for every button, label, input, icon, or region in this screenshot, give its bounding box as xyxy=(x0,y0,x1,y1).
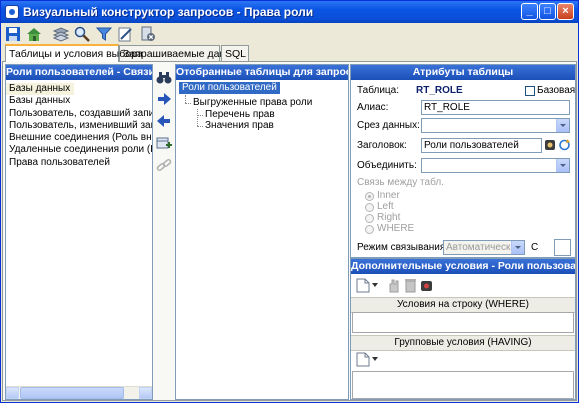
join-select[interactable] xyxy=(421,158,570,173)
having-input[interactable] xyxy=(352,371,574,399)
radio-inner[interactable] xyxy=(365,192,374,201)
tree-child-node[interactable]: Выгруженные права роли xyxy=(193,97,312,109)
save-icon[interactable] xyxy=(5,26,21,42)
link-item[interactable]: Удаленные соединения роли (Роль xyxy=(6,144,152,156)
tree-connector xyxy=(197,115,203,116)
additional-conditions-panel: Дополнительные условия - Роли пользовате… xyxy=(350,258,576,400)
where-input[interactable] xyxy=(352,312,574,333)
attributes-header: Атрибуты таблицы xyxy=(351,65,575,80)
title-bar[interactable]: Визуальный конструктор запросов - Права … xyxy=(1,1,578,23)
new-document-icon[interactable] xyxy=(356,278,370,293)
link-item[interactable]: Пользователь, создавший запись (Е xyxy=(6,108,152,120)
maximize-button[interactable]: □ xyxy=(539,3,556,20)
link-item[interactable]: Базы данных xyxy=(6,95,152,107)
alias-input[interactable]: RT_ROLE xyxy=(421,100,570,115)
close-button[interactable]: × xyxy=(557,3,574,20)
tree-connector xyxy=(185,95,186,103)
table-attributes-panel: Атрибуты таблицы Таблица: RT_ROLE Базова… xyxy=(350,64,576,258)
binoculars-icon[interactable] xyxy=(156,69,172,85)
base-label: Базовая xyxy=(537,85,576,96)
dropdown-arrow-icon[interactable] xyxy=(372,283,378,288)
scroll-thumb[interactable] xyxy=(20,387,124,399)
app-icon xyxy=(5,5,19,19)
search-icon[interactable] xyxy=(74,26,90,42)
link-item[interactable]: Базы данных xyxy=(6,83,75,96)
header-input[interactable]: Роли пользователей xyxy=(421,138,542,153)
filter-icon[interactable] xyxy=(96,26,112,42)
refresh-icon[interactable] xyxy=(558,138,571,152)
tree-connector xyxy=(197,126,203,127)
header-label: Заголовок: xyxy=(357,140,407,151)
mode-label: Режим связывания: xyxy=(357,242,449,253)
radio-where-label: WHERE xyxy=(377,223,415,234)
home-icon[interactable] xyxy=(26,26,42,42)
links-panel-header: Роли пользователей - Связи xyxy=(6,65,152,80)
radio-left-label: Left xyxy=(377,201,394,212)
link-item[interactable]: Права пользователей xyxy=(6,157,152,169)
new-document-icon[interactable] xyxy=(356,352,370,367)
tab-sql[interactable]: SQL xyxy=(221,45,249,61)
where-label: Условия на строку (WHERE) xyxy=(351,297,575,313)
table-name-value: RT_ROLE xyxy=(416,85,463,96)
radio-where[interactable] xyxy=(365,225,374,234)
data-slice-select[interactable] xyxy=(421,118,570,133)
table-label: Таблица: xyxy=(357,85,399,96)
radio-right-label: Right xyxy=(377,212,401,223)
link-item[interactable]: Внешние соединения (Роль внешне xyxy=(6,132,152,144)
data-slice-label: Срез данных: xyxy=(357,120,420,131)
add-table-icon[interactable] xyxy=(156,135,172,151)
chevron-down-icon[interactable] xyxy=(556,159,569,172)
link-icon[interactable] xyxy=(156,157,172,173)
selected-tables-panel: Отобранные таблицы для запроса Роли поль… xyxy=(175,64,349,400)
tree-root-node[interactable]: Роли пользователей xyxy=(179,82,280,94)
layers-icon[interactable] xyxy=(53,26,69,42)
minimize-button[interactable]: _ xyxy=(521,3,538,20)
window-title: Визуальный конструктор запросов - Права … xyxy=(23,5,314,19)
radio-right[interactable] xyxy=(365,214,374,223)
selected-tables-header: Отобранные таблицы для запроса xyxy=(176,65,348,80)
app-window: Визуальный конструктор запросов - Права … xyxy=(0,0,579,403)
c-input[interactable] xyxy=(554,239,571,256)
c-label: С xyxy=(531,242,539,253)
mode-value: Автоматически xyxy=(446,242,516,253)
dropdown-arrow-icon[interactable] xyxy=(372,357,378,362)
trash-icon[interactable] xyxy=(404,278,417,293)
having-label: Групповые условия (HAVING) xyxy=(351,335,575,351)
links-list: Базы данных Базы данных Пользователь, со… xyxy=(6,80,152,169)
relation-label: Связь между табл. xyxy=(357,177,444,188)
scroll-left-arrow[interactable] xyxy=(6,387,19,399)
tab-tables-conditions[interactable]: Таблицы и условия выбора xyxy=(5,44,143,62)
side-action-bar xyxy=(153,64,175,400)
conditions-header: Дополнительные условия - Роли пользовате… xyxy=(351,259,575,274)
edit-icon[interactable] xyxy=(117,26,133,42)
base-checkbox[interactable] xyxy=(525,86,535,96)
tab-content: Роли пользователей - Связи Базы данных Б… xyxy=(2,61,577,401)
join-label: Объединить: xyxy=(357,160,417,171)
radio-left[interactable] xyxy=(365,203,374,212)
toolbar xyxy=(1,23,578,45)
chevron-down-icon[interactable] xyxy=(511,241,524,254)
tree-connector xyxy=(185,103,191,104)
links-panel: Роли пользователей - Связи Базы данных Б… xyxy=(5,64,153,400)
arrow-left-icon[interactable] xyxy=(156,113,172,129)
tree-connector xyxy=(197,109,198,126)
translate-icon[interactable] xyxy=(420,278,434,293)
exit-icon[interactable] xyxy=(140,26,156,42)
tree-grandchild-node[interactable]: Значения прав xyxy=(205,120,274,132)
translate-icon[interactable] xyxy=(544,138,556,152)
alias-label: Алиас: xyxy=(357,102,389,113)
radio-inner-label: Inner xyxy=(377,190,400,201)
hand-icon[interactable] xyxy=(387,278,401,293)
links-horizontal-scrollbar[interactable] xyxy=(6,386,152,399)
link-item[interactable]: Пользователь, изменивший запись xyxy=(6,120,152,132)
chevron-down-icon[interactable] xyxy=(556,119,569,132)
mode-select[interactable]: Автоматически xyxy=(443,240,525,255)
scroll-right-arrow[interactable] xyxy=(139,387,152,399)
arrow-right-icon[interactable] xyxy=(156,91,172,107)
